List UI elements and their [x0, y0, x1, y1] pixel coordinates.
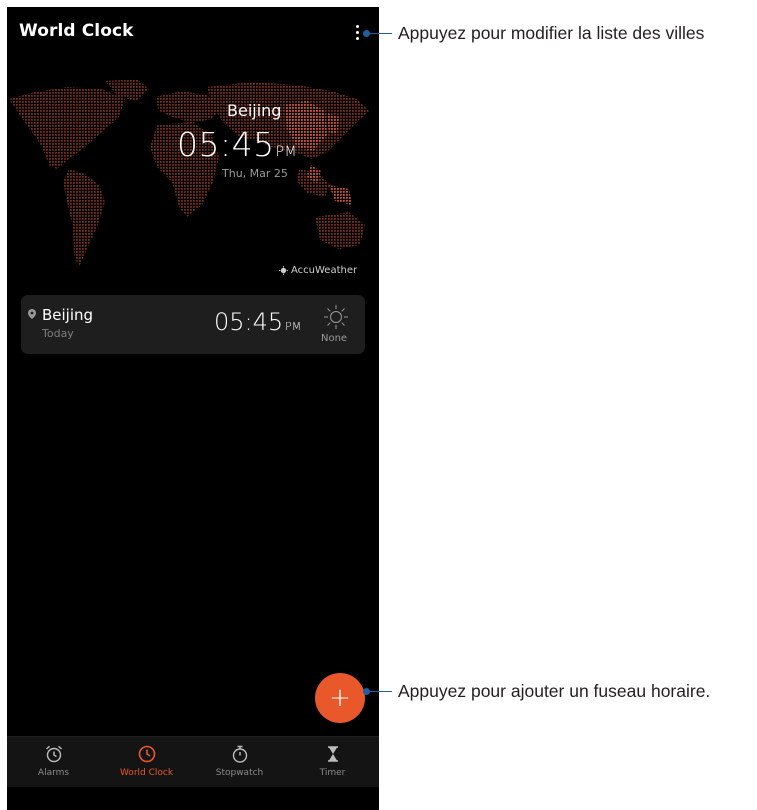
nav-stopwatch-label: Stopwatch — [215, 768, 264, 778]
stopwatch-icon — [232, 745, 247, 763]
nav-alarms-label: Alarms — [37, 768, 70, 778]
phone-screen: World Clock Beijing 05:45PM Thu, Mar 25 … — [7, 7, 379, 810]
nav-world-clock-label: World Clock — [119, 768, 174, 778]
accuweather-sun-icon — [279, 266, 288, 275]
callout-add: Appuyez pour ajouter un fuseau horaire. — [363, 681, 711, 702]
system-nav-bar — [7, 787, 379, 810]
card-city-name: Beijing — [42, 306, 94, 324]
card-weather: None — [321, 333, 348, 344]
app-title: World Clock — [19, 21, 134, 41]
nav-stopwatch[interactable]: Stopwatch — [193, 737, 286, 788]
nav-world-clock[interactable]: World Clock — [100, 737, 193, 788]
bottom-nav: Alarms World Clock Stopwatch Timer — [7, 736, 379, 788]
weather-provider: AccuWeather — [279, 265, 357, 276]
world-map — [9, 79, 369, 267]
nav-alarms[interactable]: Alarms — [7, 737, 100, 788]
provider-label: AccuWeather — [291, 265, 358, 276]
add-city-button[interactable]: + — [315, 673, 365, 723]
hero-city-name: Beijing — [227, 101, 282, 120]
card-time-ampm: PM — [285, 320, 302, 333]
callout-line — [363, 688, 392, 694]
hero-time-value: 05:45 — [177, 125, 275, 164]
location-pin-icon — [28, 309, 36, 319]
card-day: Today — [42, 327, 74, 340]
card-time: 05:45 PM — [214, 308, 301, 336]
system-nav-icons — [7, 787, 379, 810]
hourglass-icon — [327, 746, 338, 762]
alarm-icon — [45, 745, 62, 763]
sun-icon — [324, 305, 348, 329]
city-card-beijing[interactable]: Beijing Today 05:45 PM None — [21, 295, 365, 354]
more-vertical-icon — [355, 24, 359, 28]
card-time-value: 05:45 — [214, 308, 284, 336]
callout-line — [363, 30, 392, 36]
callout-menu: Appuyez pour modifier la liste des ville… — [363, 23, 705, 44]
clock-icon — [138, 745, 155, 763]
nav-timer-label: Timer — [319, 768, 346, 778]
hero-date: Thu, Mar 25 — [222, 167, 288, 180]
callout-menu-text: Appuyez pour modifier la liste des ville… — [398, 23, 705, 43]
hero-time-ampm: PM — [275, 144, 298, 160]
nav-timer[interactable]: Timer — [286, 737, 379, 788]
callout-add-text: Appuyez pour ajouter un fuseau horaire. — [398, 681, 711, 701]
hero-time: 05:45PM — [177, 125, 297, 164]
